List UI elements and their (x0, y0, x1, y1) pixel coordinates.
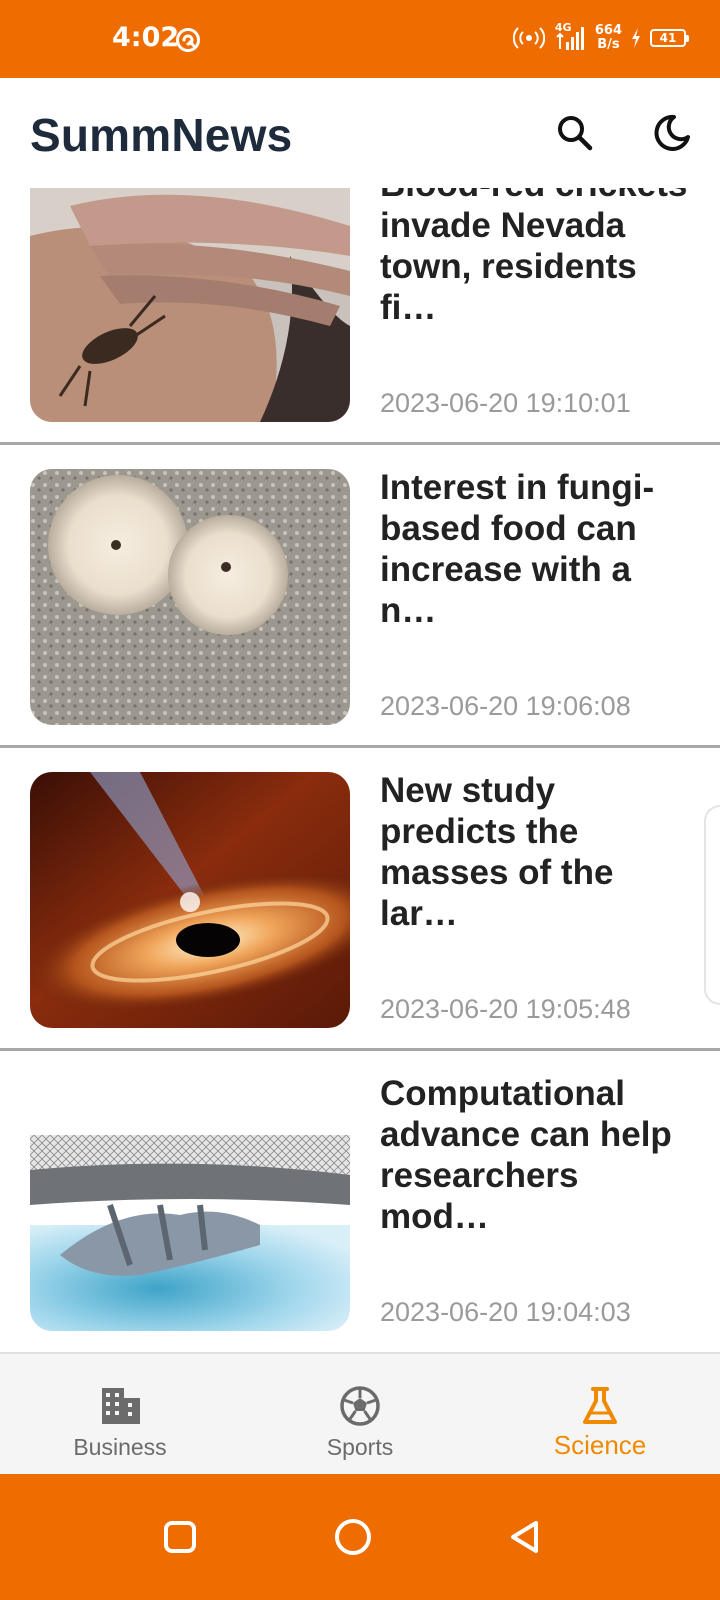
black-hole-image (30, 772, 350, 1028)
nav-label-sports: Sports (326, 1434, 394, 1460)
news-thumbnail (30, 1075, 350, 1331)
crickets-on-skin-image (30, 188, 350, 422)
edge-panel-handle[interactable] (704, 805, 720, 1005)
news-timestamp: 2023-06-20 19:06:08 (380, 691, 631, 721)
news-thumbnail (30, 188, 350, 422)
news-item[interactable]: New study predicts the masses of the lar… (0, 748, 720, 1051)
news-headline[interactable]: Computational advance can help researche… (380, 1073, 690, 1237)
signal-bars-icon (556, 27, 584, 50)
ice-shelf-model-image (30, 1075, 350, 1331)
fungi-colonies-image (30, 469, 350, 725)
nav-label-business: Business (73, 1434, 167, 1460)
news-item[interactable]: Computational advance can help researche… (0, 1051, 720, 1350)
app-header: SummNews (0, 78, 720, 188)
square-icon (164, 1521, 196, 1553)
news-timestamp: 2023-06-20 19:04:03 (380, 1297, 631, 1327)
network-speed-value: 664 (594, 23, 622, 38)
status-bar: 4:02 4G 664 B/s 41 (0, 0, 720, 78)
search-icon (558, 116, 593, 151)
news-thumbnail (30, 772, 350, 1028)
bottom-navigation: Business Sports Science (0, 1352, 720, 1474)
nav-tab-business[interactable]: Business (0, 1354, 240, 1476)
search-button[interactable] (550, 108, 600, 158)
circle-icon (335, 1519, 371, 1555)
news-feed[interactable]: Blood-red crickets invade Nevada town, r… (0, 188, 720, 1350)
nav-label-science: Science (553, 1430, 647, 1460)
home-button[interactable] (318, 1502, 388, 1572)
news-timestamp: 2023-06-20 19:10:01 (380, 388, 631, 418)
news-headline[interactable]: Interest in fungi-based food can increas… (380, 467, 690, 631)
back-triangle-icon (511, 1521, 538, 1553)
app-title: SummNews (30, 109, 293, 161)
charging-icon (632, 28, 640, 48)
status-icons: 4G 664 B/s 41 (512, 18, 689, 58)
back-button[interactable] (490, 1502, 560, 1572)
hotspot-icon (512, 27, 545, 49)
system-navigation-bar (0, 1474, 720, 1600)
building-icon (102, 1388, 140, 1424)
news-item[interactable]: Blood-red crickets invade Nevada town, r… (0, 188, 720, 445)
battery-level: 41 (659, 31, 677, 45)
moon-icon (654, 114, 690, 151)
news-thumbnail (30, 469, 350, 725)
news-timestamp: 2023-06-20 19:05:48 (380, 994, 631, 1024)
theme-toggle-button[interactable] (647, 108, 697, 158)
recent-apps-button[interactable] (145, 1502, 215, 1572)
network-speed: 664 B/s (595, 24, 622, 52)
status-time: 4:02 (112, 22, 180, 53)
news-headline[interactable]: New study predicts the masses of the lar… (380, 770, 690, 934)
news-headline[interactable]: Blood-red crickets invade Nevada town, r… (380, 188, 690, 328)
app-notification-icon (176, 28, 200, 52)
network-speed-unit: B/s (597, 37, 620, 52)
flask-icon (583, 1387, 617, 1424)
news-item[interactable]: Interest in fungi-based food can increas… (0, 445, 720, 748)
battery-icon: 41 (650, 29, 689, 47)
signal-indicator: 4G (553, 21, 587, 53)
nav-tab-sports[interactable]: Sports (240, 1354, 480, 1476)
nav-tab-science[interactable]: Science (480, 1354, 720, 1476)
soccer-ball-icon (340, 1386, 380, 1426)
